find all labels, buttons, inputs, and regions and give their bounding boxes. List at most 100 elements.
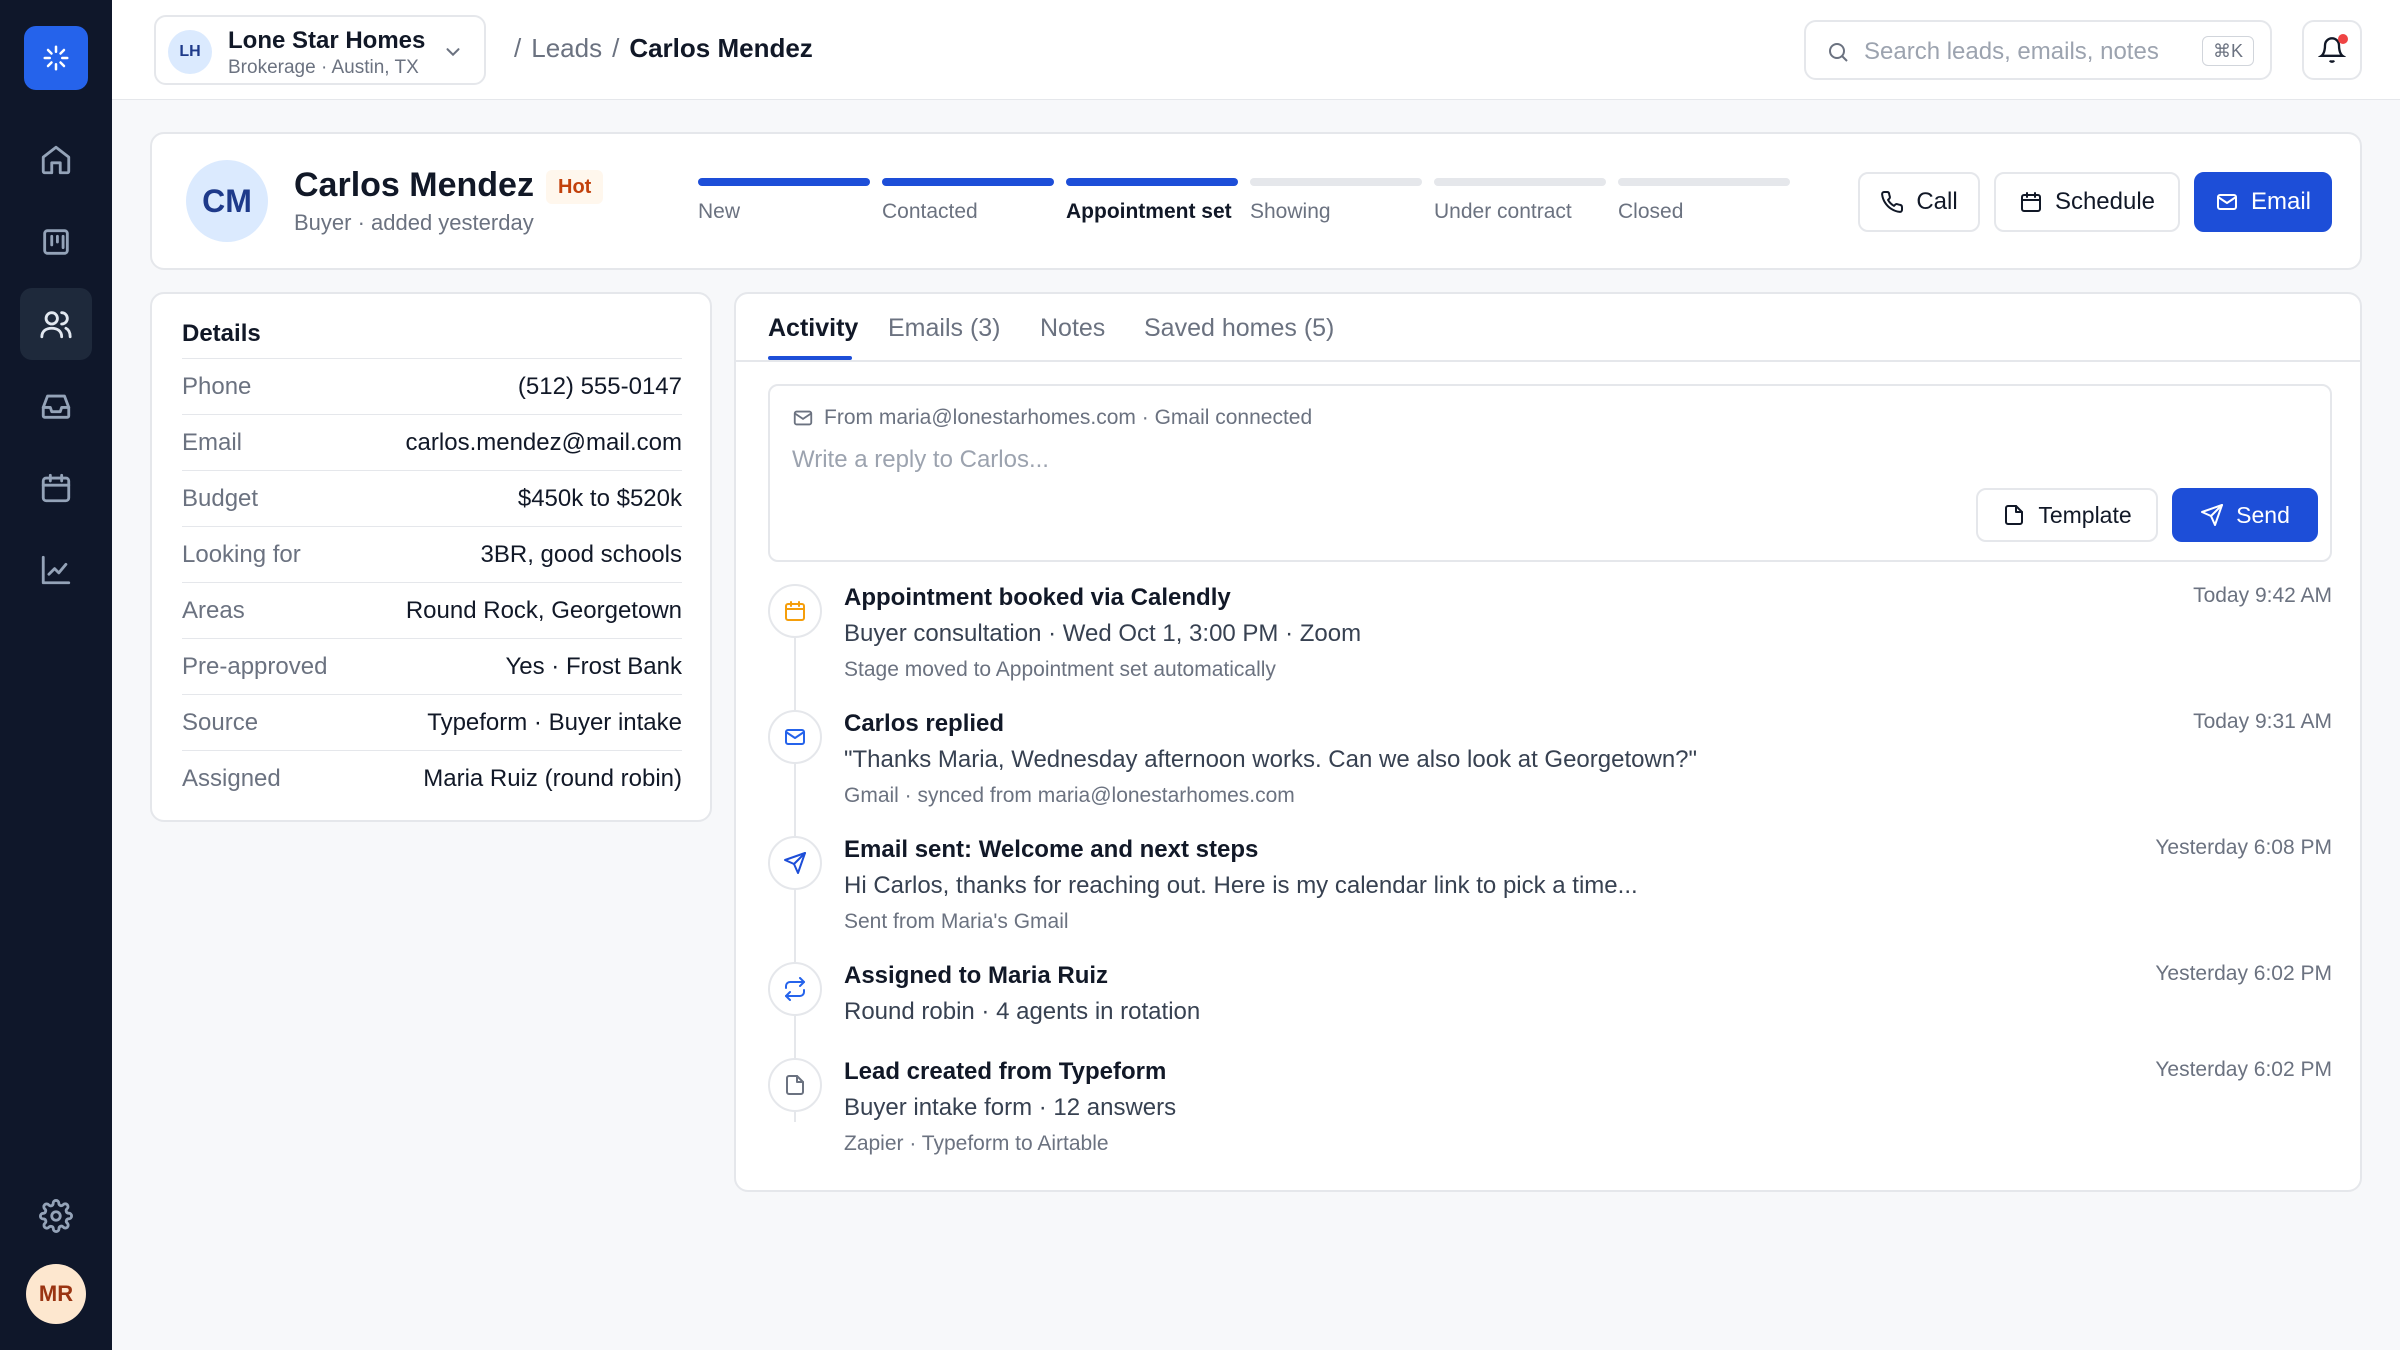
event-title: Carlos replied — [844, 710, 1005, 737]
nav-home[interactable] — [20, 124, 92, 196]
event-time: Yesterday 6:08 PM — [2155, 836, 2332, 859]
file-icon — [786, 1075, 804, 1095]
schedule-label: Schedule — [2054, 188, 2156, 215]
notifications-button[interactable] — [2302, 20, 2362, 80]
detail-value: 3BR, good schools — [480, 540, 682, 568]
calendar-icon — [41, 473, 71, 503]
send-button[interactable]: Send — [2172, 488, 2318, 542]
tab-saved-homes[interactable]: Saved homes (5) — [1144, 314, 1334, 343]
stage-label: Under contract — [1434, 200, 1572, 223]
breadcrumb-leads[interactable]: Leads — [531, 33, 602, 64]
schedule-button[interactable]: Schedule — [1994, 172, 2180, 232]
template-label: Template — [2038, 501, 2132, 528]
users-icon — [40, 311, 72, 339]
event-time: Today 9:31 AM — [2193, 710, 2332, 733]
detail-key: Looking for — [182, 540, 301, 568]
phone-icon — [1881, 190, 1904, 213]
search-input[interactable]: Search leads, emails, notes ⌘K — [1804, 20, 2272, 80]
breadcrumb-separator: / — [612, 33, 620, 63]
calendar-icon — [785, 601, 805, 621]
detail-value[interactable]: carlos.mendez@mail.com — [406, 429, 682, 457]
detail-key: Areas — [182, 596, 245, 624]
event-body: Round robin · 4 agents in rotation — [844, 998, 1201, 1025]
lead-subtitle: Buyer · added yesterday — [294, 210, 534, 235]
event-icon — [768, 710, 822, 764]
stage-appointment-set[interactable]: Appointment set — [1066, 178, 1238, 224]
detail-value: Maria Ruiz (round robin) — [423, 764, 682, 792]
event-icon — [768, 962, 822, 1016]
event-time: Yesterday 6:02 PM — [2155, 1058, 2332, 1081]
stage-label: Closed — [1618, 200, 1684, 223]
reply-composer: From maria@lonestarhomes.com · Gmail con… — [768, 384, 2332, 562]
stage-label: Contacted — [882, 200, 978, 223]
composer-from: From maria@lonestarhomes.com · Gmail con… — [792, 406, 1312, 430]
template-button[interactable]: Template — [1976, 488, 2158, 542]
pipeline-stages: New Contacted Appointment set Showing Un… — [698, 178, 1942, 238]
sidebar: MR — [0, 0, 112, 1350]
stage-contacted[interactable]: Contacted — [882, 178, 1054, 224]
detail-key: Email — [182, 428, 243, 456]
detail-row-areas: Areas Round Rock, Georgetown — [182, 582, 682, 638]
inbox-icon — [41, 394, 71, 419]
user-avatar[interactable]: MR — [26, 1264, 86, 1324]
org-switcher[interactable]: LH Lone Star Homes Brokerage · Austin, T… — [154, 15, 486, 85]
app-logo[interactable] — [24, 26, 88, 90]
stage-closed[interactable]: Closed — [1618, 178, 1790, 224]
chart-line-icon — [41, 555, 71, 585]
detail-row-email: Email carlos.mendez@mail.com — [182, 414, 682, 470]
event-meta: Gmail · synced from maria@lonestarhomes.… — [844, 784, 1295, 807]
nav-settings[interactable] — [20, 1180, 92, 1252]
detail-key: Budget — [182, 484, 259, 512]
event-title: Lead created from Typeform — [844, 1058, 1167, 1085]
email-button[interactable]: Email — [2194, 172, 2332, 232]
send-label: Send — [2236, 501, 2290, 528]
stage-under-contract[interactable]: Under contract — [1434, 178, 1606, 224]
topbar: LH Lone Star Homes Brokerage · Austin, T… — [112, 0, 2400, 100]
repeat-icon — [785, 977, 805, 1001]
org-avatar: LH — [168, 30, 212, 74]
tab-emails[interactable]: Emails (3) — [888, 314, 1001, 343]
stage-label: Appointment set — [1066, 200, 1232, 223]
tab-notes[interactable]: Notes — [1040, 314, 1105, 343]
call-label: Call — [1916, 188, 1958, 215]
stage-showing[interactable]: Showing — [1250, 178, 1422, 224]
search-icon — [1829, 43, 1848, 62]
stage-bar — [1250, 178, 1422, 186]
stage-new[interactable]: New — [698, 178, 870, 224]
detail-row-budget: Budget $450k to $520k — [182, 470, 682, 526]
status-badge: Hot — [546, 170, 604, 204]
shortcut-hint: ⌘K — [2201, 36, 2254, 66]
event-title: Email sent: Welcome and next steps — [844, 836, 1259, 863]
org-subtitle: Brokerage · Austin, TX — [228, 57, 419, 78]
event-meta: Stage moved to Appointment set automatic… — [844, 658, 1276, 681]
call-button[interactable]: Call — [1858, 172, 1980, 232]
detail-value: $450k to $520k — [517, 484, 682, 512]
home-icon — [41, 145, 71, 175]
event-body: "Thanks Maria, Wednesday afternoon works… — [844, 746, 1698, 773]
email-label: Email — [2250, 188, 2311, 215]
detail-key: Source — [182, 708, 259, 736]
lead-header: CM Carlos Mendez Hot Buyer · added yeste… — [150, 132, 2362, 270]
breadcrumb-current: Carlos Mendez — [629, 33, 813, 63]
nav-inbox[interactable] — [20, 370, 92, 442]
detail-value[interactable]: (512) 555-0147 — [518, 373, 682, 401]
event-icon — [768, 1058, 822, 1112]
breadcrumb: / Leads / Carlos Mendez — [514, 33, 813, 64]
nav-leads[interactable] — [20, 288, 92, 360]
send-icon — [2201, 504, 2224, 526]
tab-activity[interactable]: Activity — [768, 314, 858, 343]
nav-calendar[interactable] — [20, 452, 92, 524]
detail-row-looking-for: Looking for 3BR, good schools — [182, 526, 682, 582]
nav-reports[interactable] — [20, 534, 92, 606]
breadcrumb-separator: / — [514, 33, 522, 63]
detail-row-assigned: Assigned Maria Ruiz (round robin) — [182, 750, 682, 806]
file-icon — [2005, 505, 2024, 525]
nav-board[interactable] — [20, 206, 92, 278]
calendar-icon — [2020, 192, 2041, 212]
reply-input[interactable]: Write a reply to Carlos... — [792, 446, 1049, 474]
detail-value: Round Rock, Georgetown — [405, 596, 682, 624]
gear-icon — [39, 1199, 73, 1233]
event-meta: Zapier · Typeform to Airtable — [844, 1132, 1109, 1155]
stage-bar — [1434, 178, 1606, 186]
org-name: Lone Star Homes — [228, 27, 426, 54]
